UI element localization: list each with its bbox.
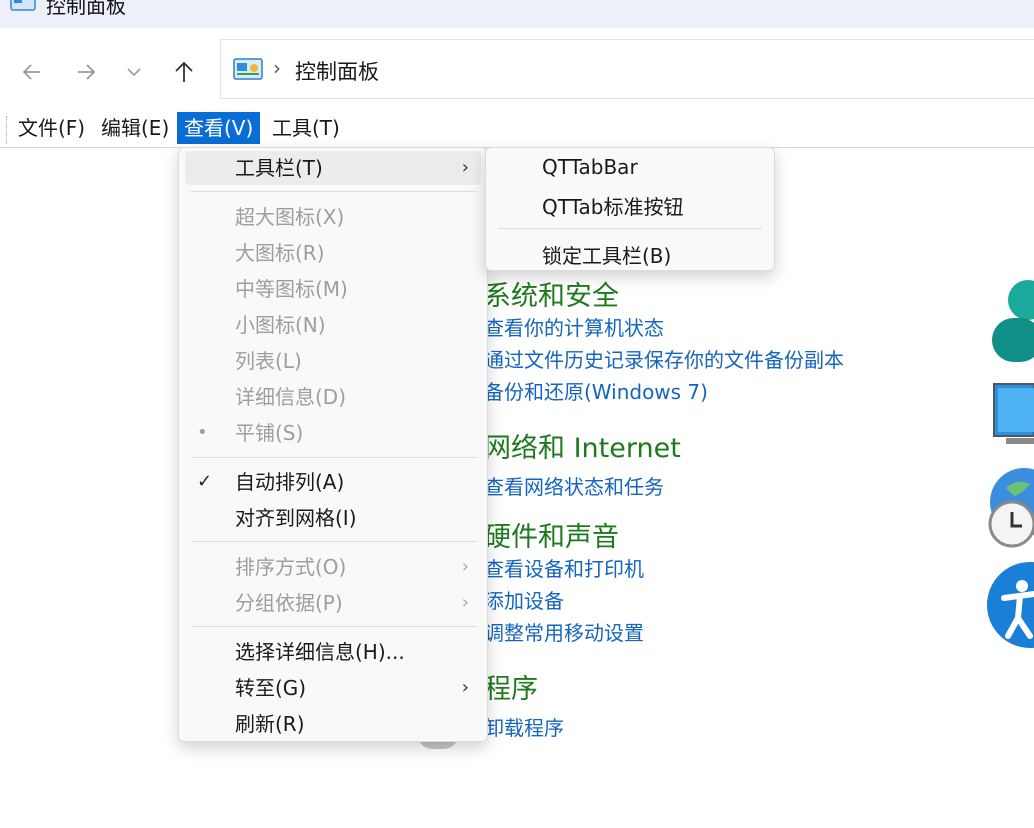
link-uninstall-program[interactable]: 卸载程序 <box>484 712 564 741</box>
submenu-arrow-icon: › <box>461 157 469 178</box>
menu-separator <box>191 541 477 542</box>
menu-item-auto-arrange[interactable]: ✓ 自动排列(A) <box>179 465 487 499</box>
link-network-status[interactable]: 查看网络状态和任务 <box>484 471 664 500</box>
menu-separator <box>191 457 477 458</box>
menu-item-label: 平铺(S) <box>235 421 304 445</box>
menu-item-extra-large-icons[interactable]: 超大图标(X) <box>179 200 487 234</box>
title-bar: 控制面板 <box>0 0 1034 28</box>
address-bar[interactable]: › 控制面板 <box>220 39 1034 99</box>
menu-edit[interactable]: 编辑(E) <box>94 112 176 144</box>
category-title-network[interactable]: 网络和 Internet <box>484 426 681 465</box>
submenu-arrow-icon: › <box>461 592 469 613</box>
menu-item-label: 分组依据(P) <box>235 591 343 615</box>
window-title: 控制面板 <box>46 0 126 18</box>
back-button[interactable] <box>16 56 48 88</box>
back-arrow-icon <box>22 64 40 80</box>
menu-item-details[interactable]: 详细信息(D) <box>179 380 487 414</box>
forward-button[interactable] <box>70 56 102 88</box>
menu-item-align-to-grid[interactable]: 对齐到网格(I) <box>179 501 487 535</box>
link-add-device[interactable]: 添加设备 <box>484 585 564 614</box>
link-devices-printers[interactable]: 查看设备和打印机 <box>484 553 644 582</box>
menu-item-label: 中等图标(M) <box>235 277 348 301</box>
view-menu: 工具栏(T) › 超大图标(X) 大图标(R) 中等图标(M) 小图标(N) 列… <box>178 147 488 742</box>
menu-item-label: 转至(G) <box>235 676 307 700</box>
menu-item-group-by[interactable]: 分组依据(P) › <box>179 586 487 620</box>
menu-item-list[interactable]: 列表(L) <box>179 344 487 378</box>
menu-item-label: 详细信息(D) <box>235 385 347 409</box>
recent-locations-button[interactable] <box>118 56 150 88</box>
appearance-monitor-icon <box>992 382 1034 448</box>
menu-item-refresh[interactable]: 刷新(R) <box>179 707 487 741</box>
checkmark-icon: ✓ <box>197 471 213 492</box>
breadcrumb-control-panel[interactable]: 控制面板 <box>295 56 379 86</box>
menu-separator <box>498 228 762 229</box>
menu-item-label: 刷新(R) <box>235 712 305 736</box>
submenu-item-qttab-standard-buttons[interactable]: QTTab标准按钮 <box>542 191 683 220</box>
menu-bar-grip[interactable] <box>6 116 8 144</box>
menu-item-label: 超大图标(X) <box>235 205 345 229</box>
menu-bar: 文件(F) 编辑(E) 查看(V) 工具(T) <box>0 110 1034 148</box>
menu-item-go-to[interactable]: 转至(G) › <box>179 671 487 705</box>
menu-item-label: 选择详细信息(H)... <box>235 640 405 664</box>
menu-separator <box>191 191 477 192</box>
ease-of-access-icon <box>986 562 1034 648</box>
menu-item-label: 大图标(R) <box>235 241 325 265</box>
up-button[interactable] <box>168 56 200 88</box>
category-title-hardware[interactable]: 硬件和声音 <box>484 515 619 554</box>
control-panel-icon <box>10 0 36 11</box>
menu-item-label: 小图标(N) <box>235 313 326 337</box>
submenu-arrow-icon: › <box>461 556 469 577</box>
menu-file[interactable]: 文件(F) <box>11 112 92 144</box>
link-mobility-settings[interactable]: 调整常用移动设置 <box>484 617 644 646</box>
menu-item-label: 对齐到网格(I) <box>235 506 357 530</box>
menu-separator <box>191 626 477 627</box>
menu-item-label: 排序方式(O) <box>235 555 347 579</box>
user-accounts-icon <box>992 278 1034 362</box>
menu-item-large-icons[interactable]: 大图标(R) <box>179 236 487 270</box>
category-title-system-security[interactable]: 系统和安全 <box>484 274 619 313</box>
link-file-history-backup[interactable]: 通过文件历史记录保存你的文件备份副本 <box>484 344 844 373</box>
menu-item-label: 列表(L) <box>235 349 302 373</box>
clock-region-icon <box>986 468 1034 552</box>
chevron-down-icon <box>127 68 141 77</box>
bullet-icon: • <box>197 422 208 443</box>
forward-arrow-icon <box>78 64 96 80</box>
submenu-arrow-icon: › <box>461 677 469 698</box>
link-backup-restore[interactable]: 备份和还原(Windows 7) <box>484 376 708 405</box>
menu-item-small-icons[interactable]: 小图标(N) <box>179 308 487 342</box>
menu-item-tiles[interactable]: • 平铺(S) <box>179 416 487 450</box>
submenu-item-qttabbar[interactable]: QTTabBar <box>542 155 638 179</box>
menu-item-toolbar[interactable]: 工具栏(T) › <box>185 151 481 185</box>
menu-item-label: 自动排列(A) <box>235 470 345 494</box>
control-panel-icon <box>233 58 263 80</box>
menu-item-medium-icons[interactable]: 中等图标(M) <box>179 272 487 306</box>
breadcrumb-separator: › <box>273 56 281 80</box>
toolbar-submenu: QTTabBar QTTab标准按钮 锁定工具栏(B) <box>485 147 775 271</box>
category-title-programs[interactable]: 程序 <box>484 667 538 706</box>
menu-tools[interactable]: 工具(T) <box>265 112 347 144</box>
menu-item-label: 工具栏(T) <box>235 156 323 180</box>
up-arrow-icon <box>175 61 193 82</box>
menu-item-sort-by[interactable]: 排序方式(O) › <box>179 550 487 584</box>
submenu-item-lock-toolbars[interactable]: 锁定工具栏(B) <box>542 240 671 269</box>
menu-item-choose-details[interactable]: 选择详细信息(H)... <box>179 635 487 669</box>
menu-view[interactable]: 查看(V) <box>177 112 261 144</box>
link-view-computer-status[interactable]: 查看你的计算机状态 <box>484 312 664 341</box>
